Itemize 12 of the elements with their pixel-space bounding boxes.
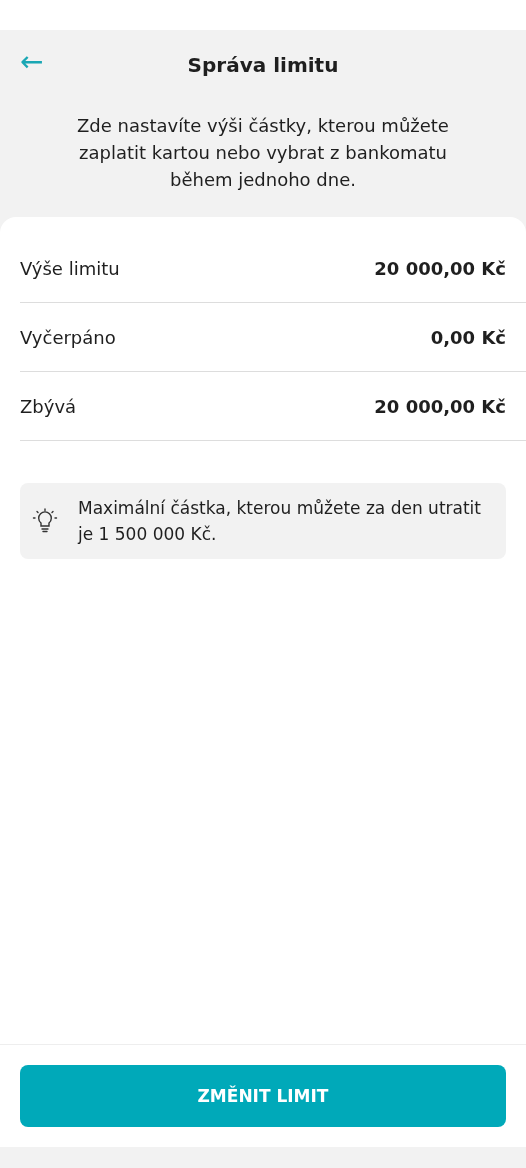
tip-text: Maximální částka, kterou můžete za den utratit je 1 500 000 Kč.	[78, 497, 482, 546]
description: Zde nastavíte výši částky, kterou můžete zaplatit kartou nebo vybrat z bankomatu během jednoho dne.	[76, 114, 450, 192]
row-value: 20 000,00 Kč	[374, 257, 506, 279]
row-value: 0,00 Kč	[430, 326, 506, 348]
row-label: Vyčerpáno	[20, 326, 116, 348]
row-value: 20 000,00 Kč	[374, 395, 506, 417]
change-limit-button[interactable]: ZMĚNIT LIMIT	[20, 1065, 506, 1127]
row-label: Zbývá	[20, 395, 77, 417]
screen-title: Správa limitu	[187, 53, 339, 77]
row-label: Výše limitu	[20, 257, 120, 279]
back-button[interactable]: ←	[20, 48, 44, 76]
lightbulb-icon	[32, 508, 58, 534]
